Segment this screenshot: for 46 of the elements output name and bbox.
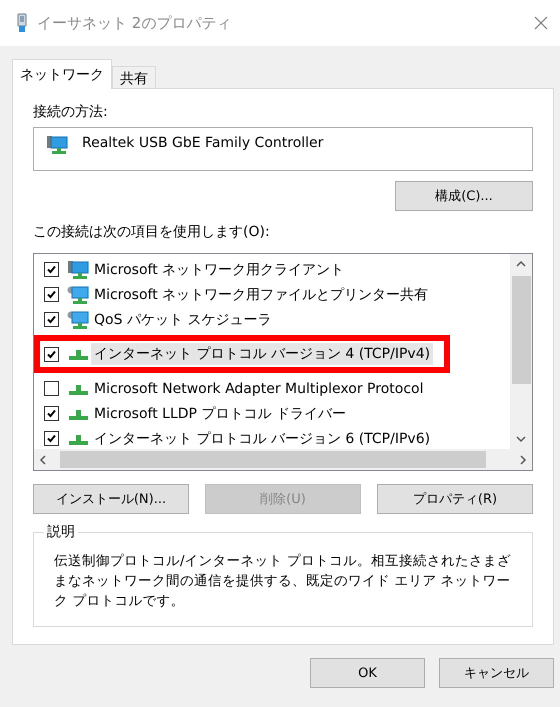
scroll-right-icon[interactable] [518,454,528,466]
checkbox[interactable] [44,312,59,327]
scroll-thumb[interactable] [512,276,530,384]
configure-button[interactable]: 構成(C)... [395,181,533,211]
scroll-left-icon[interactable] [38,454,48,466]
list-item[interactable]: Microsoft ネットワーク用ファイルとプリンター共有 [91,284,432,306]
ok-button[interactable]: OK [310,658,425,688]
field-label: 接続の方法: [33,103,109,121]
checkbox[interactable] [44,262,59,277]
network-adapter-icon [46,135,68,155]
checkmark-icon [47,434,56,443]
checkmark-icon [47,290,56,299]
checkmark-icon [47,409,56,418]
list-item[interactable]: インターネット プロトコル バージョン 6 (TCP/IPv6) [91,428,434,449]
checkbox[interactable] [44,381,59,396]
checkbox[interactable] [44,346,59,362]
list-item[interactable]: Microsoft ネットワーク用クライアント [91,258,348,280]
checkbox[interactable] [44,431,59,446]
vertical-scrollbar[interactable] [510,254,532,449]
description-text: 伝送制御プロトコル/インターネット プロトコル。相互接続されたさまざまなネットワーク間の通信を提供する、既定のワイド エリア ネットワーク プロトコルです。 [54,552,512,611]
window-title: イーサネット 2のプロパティ [37,14,232,32]
computer-icon [67,284,89,304]
computer-icon [67,310,89,330]
close-icon[interactable] [534,16,548,30]
checkbox[interactable] [44,406,59,421]
group-legend: 説明 [44,523,78,541]
checkmark-icon [47,315,56,324]
checkmark-icon [47,350,56,358]
properties-button[interactable]: プロパティ(R) [377,484,533,514]
network-protocol-icon [67,347,89,361]
install-button[interactable]: インストール(N)... [33,484,189,514]
horizontal-scrollbar[interactable] [34,449,532,470]
cancel-button[interactable]: キャンセル [439,658,554,688]
list-label: この接続は次の項目を使用します(O): [33,223,271,241]
computer-icon [67,260,89,280]
scroll-thumb[interactable] [60,451,486,468]
checkmark-icon [47,265,56,274]
adapter-field: Realtek USB GbE Family Controller [33,127,533,171]
tab[interactable]: ネットワーク [12,59,112,89]
list-item[interactable]: QoS パケット スケジューラ [91,308,274,330]
ethernet-plug-icon [17,13,27,33]
list-item[interactable]: インターネット プロトコル バージョン 4 (TCP/IPv4) [91,343,434,365]
checkbox[interactable] [44,287,59,302]
list-item[interactable]: Microsoft Network Adapter Multiplexor Protocol [91,378,426,398]
list-item[interactable]: Microsoft LLDP プロトコル ドライバー [91,402,349,424]
tab[interactable]: 共有 [112,66,156,88]
